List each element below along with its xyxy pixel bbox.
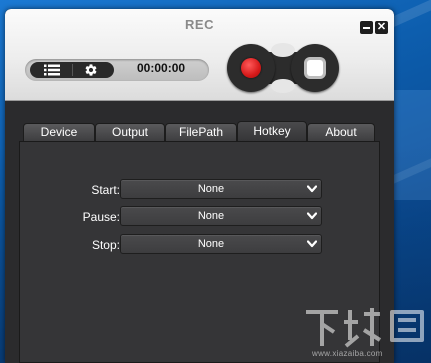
stop-label: Stop: (91, 238, 120, 252)
elapsed-timer: 00:00:00 (137, 61, 186, 75)
tab-device[interactable]: Device (23, 123, 95, 141)
start-hotkey-value: None (197, 183, 225, 195)
pause-hotkey-select[interactable]: None (120, 206, 322, 226)
settings-tabs: Device Output FilePath Hotkey About (23, 121, 375, 141)
stop-hotkey-select[interactable]: None (120, 234, 322, 254)
pause-hotkey-value: None (197, 210, 225, 222)
list-icon[interactable] (44, 64, 60, 76)
watermark-url: www.xiazaiba.com (312, 349, 383, 358)
minimize-button[interactable] (360, 21, 373, 34)
app-title: REC (185, 17, 214, 32)
chevron-down-icon (307, 185, 317, 193)
chevron-down-icon (307, 240, 317, 248)
gear-icon[interactable] (84, 63, 98, 77)
start-hotkey-select[interactable]: None (120, 179, 322, 199)
record-icon (241, 58, 261, 78)
record-controls (225, 42, 341, 94)
stop-icon (307, 60, 323, 76)
chevron-down-icon (307, 212, 317, 220)
pause-label: Pause: (82, 210, 120, 224)
stop-button[interactable] (291, 44, 339, 92)
tab-about[interactable]: About (307, 123, 375, 141)
tab-output[interactable]: Output (95, 123, 165, 141)
title-bar: REC ✕ 00:00:00 (5, 9, 394, 101)
tab-hotkey[interactable]: Hotkey (237, 121, 307, 141)
tab-filepath[interactable]: FilePath (165, 123, 237, 141)
toolbar-icon-group (30, 62, 114, 78)
stop-hotkey-value: None (197, 238, 225, 250)
close-button[interactable]: ✕ (375, 21, 388, 34)
record-button[interactable] (227, 44, 275, 92)
start-label: Start: (91, 183, 120, 197)
